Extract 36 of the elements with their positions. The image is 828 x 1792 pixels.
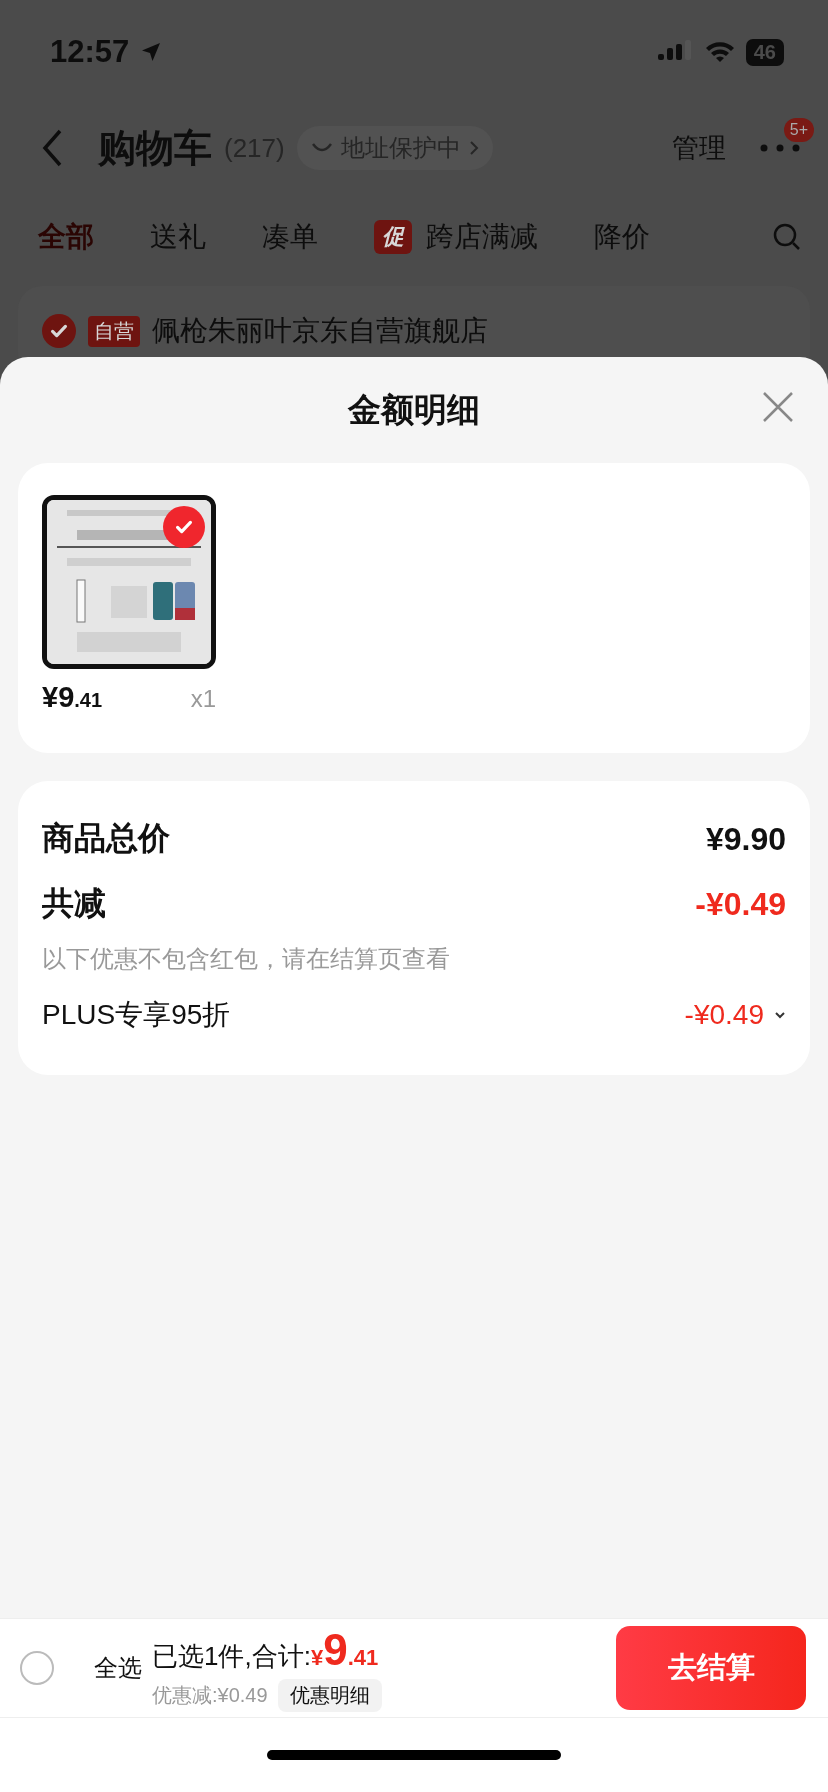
more-icon[interactable]: [760, 144, 800, 152]
product-quantity: x1: [190, 685, 216, 713]
store-checkbox[interactable]: [42, 314, 76, 348]
category-tab[interactable]: 全部: [38, 218, 94, 256]
reduction-label: 共减: [42, 884, 106, 923]
chevron-down-icon[interactable]: [774, 1011, 786, 1019]
search-icon[interactable]: [772, 222, 802, 252]
discount-detail-button[interactable]: 优惠明细: [277, 1678, 382, 1712]
select-all-checkbox[interactable]: [20, 1651, 54, 1685]
battery-level: 46: [745, 38, 784, 66]
category-tab[interactable]: 凑单: [262, 218, 318, 256]
manage-link[interactable]: 管理: [672, 130, 726, 166]
reduction-note: 以下优惠不包含红包，请在结算页查看: [42, 944, 451, 974]
checkout-button[interactable]: 去结算: [616, 1626, 806, 1710]
store-name[interactable]: 佩枪朱丽叶京东自营旗舰店: [152, 312, 488, 350]
tab-label: 跨店满减: [426, 220, 538, 254]
discount-value: -¥0.49: [684, 999, 764, 1031]
total-label: 商品总价: [42, 819, 170, 858]
page-title: 购物车: [98, 125, 212, 171]
category-tab[interactable]: 降价: [594, 218, 650, 256]
chevron-right-icon: [468, 140, 479, 156]
notification-badge: 5+: [783, 118, 814, 142]
category-tab[interactable]: 送礼: [150, 218, 206, 256]
reduction-value: -¥0.49: [695, 885, 786, 923]
savings-text: 优惠减:¥0.49: [152, 1682, 268, 1708]
discount-label: PLUS专享95折: [42, 998, 231, 1032]
select-all-label[interactable]: 全选: [94, 1652, 142, 1684]
promo-tag: 促: [374, 220, 412, 254]
status-time: 12:57: [50, 34, 130, 70]
selection-total: 已选1件,合计:¥9.41: [152, 1624, 380, 1675]
category-tab[interactable]: 促 跨店满减: [374, 218, 538, 256]
sheet-title: 金额明细: [348, 389, 480, 430]
product-price: ¥9.41: [42, 681, 103, 714]
back-icon[interactable]: [40, 128, 64, 168]
self-operated-tag: 自营: [88, 315, 140, 347]
total-value: ¥9.90: [705, 820, 786, 858]
